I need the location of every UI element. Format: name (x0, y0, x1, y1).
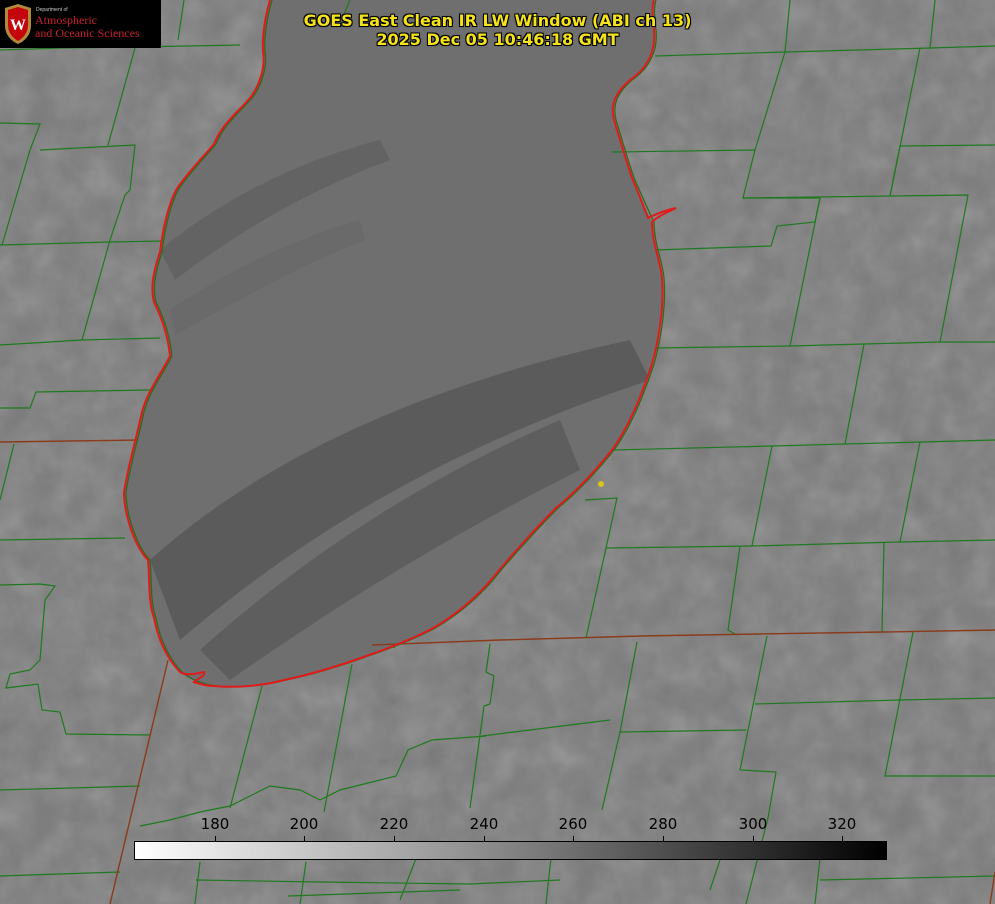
satellite-map (0, 0, 995, 904)
colorbar-tick (573, 836, 574, 841)
colorbar-tick (394, 836, 395, 841)
colorbar-tick (484, 836, 485, 841)
colorbar-tick (304, 836, 305, 841)
logo-line-2: and Oceanic Sciences (35, 26, 140, 40)
colorbar-tick (215, 836, 216, 841)
uw-crest-icon: W (5, 4, 31, 44)
colorbar-tick (842, 836, 843, 841)
colorbar-tick-label: 280 (648, 815, 678, 833)
colorbar-tick-label: 180 (200, 815, 230, 833)
colorbar (134, 841, 887, 860)
colorbar-tick-label: 320 (827, 815, 857, 833)
colorbar-tick (753, 836, 754, 841)
colorbar-tick-label: 200 (289, 815, 319, 833)
colorbar-tick-label: 300 (738, 815, 768, 833)
colorbar-tick-label: 240 (469, 815, 499, 833)
location-marker-icon (598, 481, 604, 487)
svg-text:W: W (10, 17, 26, 34)
colorbar-tick (663, 836, 664, 841)
uw-aos-logo[interactable]: W Department of Atmospheric and Oceanic … (0, 0, 161, 48)
colorbar-tick-label: 260 (558, 815, 588, 833)
colorbar-tick-label: 220 (379, 815, 409, 833)
